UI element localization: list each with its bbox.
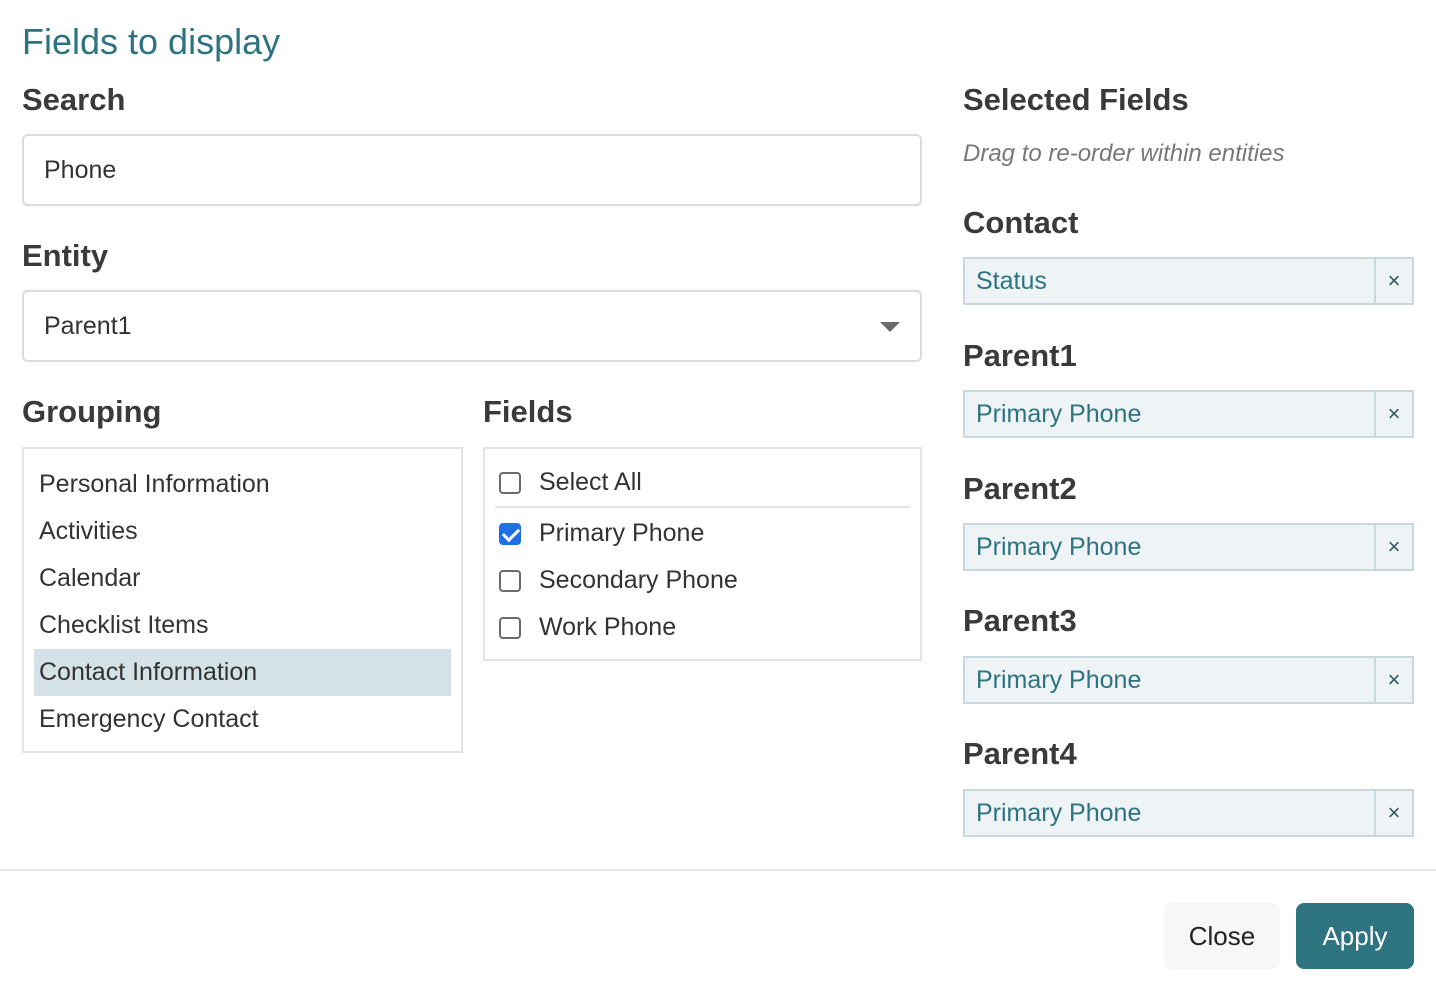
select-all-row[interactable]: Select All [495,459,910,508]
chip-label: Primary Phone [976,798,1142,827]
selected-field-chip[interactable]: Primary Phone × [963,523,1414,571]
grouping-item-calendar[interactable]: Calendar [34,555,451,602]
chip-label: Status [976,266,1047,295]
grouping-item-activities[interactable]: Activities [34,508,451,555]
footer-divider [0,869,1436,871]
grouping-item-personal-information[interactable]: Personal Information [34,461,451,508]
selected-entity-contact: Contact [963,205,1079,240]
search-input[interactable] [22,134,922,206]
grouping-list: Personal Information Activities Calendar… [22,447,463,753]
chevron-down-icon [880,322,900,332]
selected-field-chip[interactable]: Primary Phone × [963,390,1414,438]
selected-field-chip[interactable]: Primary Phone × [963,656,1414,704]
field-row-secondary-phone[interactable]: Secondary Phone [495,557,910,604]
close-icon[interactable]: × [1374,658,1412,702]
secondary-phone-checkbox[interactable] [499,569,521,592]
dialog-title: Fields to display [22,21,281,62]
selected-fields-title: Selected Fields [963,82,1189,117]
close-icon[interactable]: × [1374,791,1412,835]
entity-label: Entity [22,238,109,273]
selected-entity-parent2: Parent2 [963,471,1077,506]
grouping-item-emergency-contact[interactable]: Emergency Contact [34,696,451,743]
apply-button[interactable]: Apply [1296,903,1414,969]
field-row-primary-phone[interactable]: Primary Phone [495,510,910,557]
grouping-label: Grouping [22,394,162,429]
entity-select[interactable]: Parent1 [22,290,922,362]
chip-label: Primary Phone [976,532,1142,561]
selected-entity-parent1: Parent1 [963,338,1077,373]
close-icon[interactable]: × [1374,259,1412,303]
selected-field-chip[interactable]: Status × [963,257,1414,305]
selected-entity-parent3: Parent3 [963,603,1077,638]
chip-label: Primary Phone [976,399,1142,428]
field-label: Work Phone [539,613,677,641]
close-button[interactable]: Close [1164,903,1280,969]
field-label: Primary Phone [539,519,705,547]
grouping-item-checklist-items[interactable]: Checklist Items [34,602,451,649]
fields-label: Fields [483,394,573,429]
grouping-item-contact-information[interactable]: Contact Information [34,649,451,696]
field-row-work-phone[interactable]: Work Phone [495,604,910,651]
fields-list: Select All Primary Phone Secondary Phone… [483,447,922,661]
selected-entity-parent4: Parent4 [963,736,1077,771]
select-all-checkbox[interactable] [499,471,521,494]
selected-field-chip[interactable]: Primary Phone × [963,789,1414,837]
field-label: Secondary Phone [539,566,738,594]
entity-select-value: Parent1 [44,311,132,340]
search-label: Search [22,82,126,117]
close-icon[interactable]: × [1374,525,1412,569]
select-all-label: Select All [539,468,642,496]
selected-fields-subtitle: Drag to re-order within entities [963,140,1285,167]
close-icon[interactable]: × [1374,392,1412,436]
primary-phone-checkbox[interactable] [499,522,521,545]
chip-label: Primary Phone [976,665,1142,694]
work-phone-checkbox[interactable] [499,616,521,639]
